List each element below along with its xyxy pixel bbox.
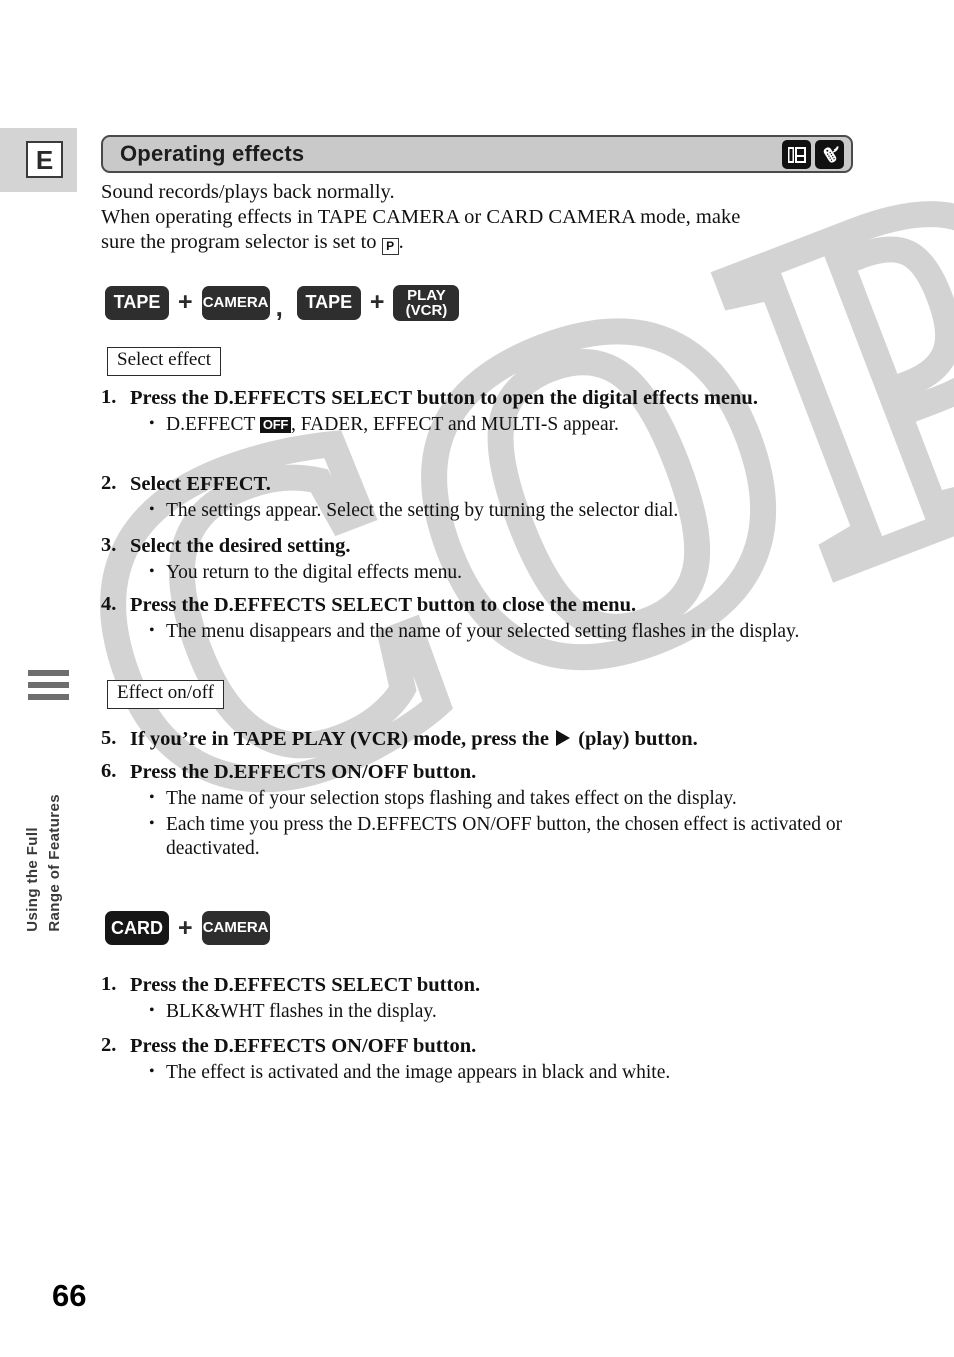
step-5-body: If you’re in TAPE PLAY (VCR) mode, press…: [130, 727, 853, 752]
card-step-1-body: Press the D.EFFECTS SELECT button. BLK&W…: [130, 973, 853, 1024]
intro-line-2: When operating effects in TAPE CAMERA or…: [101, 206, 741, 228]
mode-chip-card: CARD: [105, 911, 169, 945]
mode-chip-camera-2: CAMERA: [201, 911, 270, 945]
chapter-tab-label-line1: Using the Full: [24, 827, 41, 932]
step-5-title-prefix: If you’re in TAPE PLAY (VCR) mode, press…: [130, 728, 555, 750]
card-step-2-bullet: The effect is activated and the image ap…: [148, 1060, 853, 1085]
chapter-tab-bars: [28, 670, 72, 706]
step-4-title: Press the D.EFFECTS SELECT button to clo…: [130, 594, 637, 616]
card-step-1-bullet: BLK&WHT flashes in the display.: [148, 999, 853, 1024]
tab-bar-3: [28, 694, 69, 700]
step-6: 6. Press the D.EFFECTS ON/OFF button. Th…: [101, 760, 853, 861]
language-badge: E: [26, 141, 63, 178]
step-6-body: Press the D.EFFECTS ON/OFF button. The n…: [130, 760, 853, 861]
card-step-2-body: Press the D.EFFECTS ON/OFF button. The e…: [130, 1034, 853, 1085]
play-triangle-icon: [556, 730, 571, 746]
step-5-title: If you’re in TAPE PLAY (VCR) mode, press…: [130, 727, 853, 752]
step-4: 4. Press the D.EFFECTS SELECT button to …: [101, 593, 853, 644]
step-5: 5. If you’re in TAPE PLAY (VCR) mode, pr…: [101, 727, 853, 752]
step-2-number: 2.: [101, 472, 117, 494]
step-3-bullet: You return to the digital effects menu.: [148, 560, 853, 585]
subsection-label-effect-on-off: Effect on/off: [107, 680, 224, 709]
intro-line-3: sure the program selector is set to P.: [101, 230, 853, 255]
plus-sign-1: +: [178, 288, 193, 316]
step-4-bullet: The menu disappears and the name of your…: [148, 619, 853, 644]
step-3-body: Select the desired setting. You return t…: [130, 534, 853, 585]
card-step-1: 1. Press the D.EFFECTS SELECT button. BL…: [101, 973, 853, 1024]
mode-chip-tape-1: TAPE: [105, 285, 169, 320]
step-1-bullet-prefix: D.EFFECT: [166, 414, 260, 435]
page-title: Operating effects: [120, 141, 305, 166]
plus-sign-3: +: [178, 913, 193, 942]
mode-chip-play-line1: PLAY: [407, 286, 446, 304]
step-2: 2. Select EFFECT. The settings appear. S…: [101, 472, 853, 523]
mode-chip-play-line2: (VCR): [405, 302, 448, 319]
card-step-2: 2. Press the D.EFFECTS ON/OFF button. Th…: [101, 1034, 853, 1085]
step-6-bullet-2: Each time you press the D.EFFECTS ON/OFF…: [148, 812, 853, 861]
chapter-tab-label-line2: Range of Features: [46, 794, 63, 932]
mode-chip-tape-2: TAPE: [296, 285, 361, 320]
step-6-number: 6.: [101, 760, 117, 782]
plus-sign-2: +: [369, 288, 385, 316]
step-3-number: 3.: [101, 534, 117, 556]
card-step-2-number: 2.: [101, 1034, 117, 1056]
tab-bar-2: [28, 682, 69, 688]
step-2-body: Select EFFECT. The settings appear. Sele…: [130, 472, 853, 523]
step-3: 3. Select the desired setting. You retur…: [101, 534, 853, 585]
card-step-1-number: 1.: [101, 973, 117, 995]
step-4-number: 4.: [101, 593, 117, 615]
intro-line-1: Sound records/plays back normally.: [101, 181, 395, 203]
step-4-body: Press the D.EFFECTS SELECT button to clo…: [130, 593, 853, 644]
step-1-title: Press the D.EFFECTS SELECT button to ope…: [130, 387, 758, 409]
step-1-bullet-suffix: , FADER, EFFECT and MULTI-S appear.: [291, 414, 619, 435]
step-5-title-suffix: (play) button.: [573, 728, 698, 750]
mode-chip-camera-1: CAMERA: [201, 285, 270, 320]
step-1-number: 1.: [101, 386, 117, 408]
subsection-label-select-effect: Select effect: [107, 347, 222, 376]
step-6-title: Press the D.EFFECTS ON/OFF button.: [130, 761, 477, 783]
mode-combination-row-tape: TAPE + CAMERA , TAPE + PLAY (VCR): [105, 282, 460, 323]
mode-combination-row-card: CARD + CAMERA: [105, 911, 270, 945]
tab-bar-1: [28, 670, 69, 676]
comma-separator: ,: [275, 292, 283, 322]
program-mode-symbol: P: [381, 237, 399, 255]
card-step-2-title: Press the D.EFFECTS ON/OFF button.: [130, 1035, 477, 1057]
intro-paragraph: Sound records/plays back normally. When …: [101, 180, 853, 255]
step-2-title: Select EFFECT.: [130, 473, 271, 495]
remote-control-icon: [815, 140, 844, 169]
camcorder-lcd-icon: [782, 140, 811, 169]
step-3-title: Select the desired setting.: [130, 535, 351, 557]
page-number: 66: [52, 1278, 87, 1313]
intro-line-3-prefix: sure the program selector is set to: [101, 231, 382, 253]
chapter-tab-label: Using the Full Range of Features: [22, 712, 78, 932]
d-effect-off-badge: OFF: [259, 417, 292, 433]
step-6-bullet-1: The name of your selection stops flashin…: [148, 786, 853, 811]
intro-line-3-suffix: .: [398, 231, 404, 253]
section-header: Operating effects: [101, 135, 853, 173]
language-badge-block: E: [0, 128, 77, 192]
step-2-bullet: The settings appear. Select the setting …: [148, 498, 853, 523]
header-icon-group: [782, 140, 844, 169]
mode-chip-play-vcr: PLAY (VCR): [393, 284, 460, 321]
step-1-bullet: D.EFFECT OFF, FADER, EFFECT and MULTI-S …: [148, 412, 853, 437]
card-step-1-title: Press the D.EFFECTS SELECT button.: [130, 974, 481, 996]
step-5-number: 5.: [101, 727, 117, 749]
step-1: 1. Press the D.EFFECTS SELECT button to …: [101, 386, 853, 437]
step-1-body: Press the D.EFFECTS SELECT button to ope…: [130, 386, 853, 437]
